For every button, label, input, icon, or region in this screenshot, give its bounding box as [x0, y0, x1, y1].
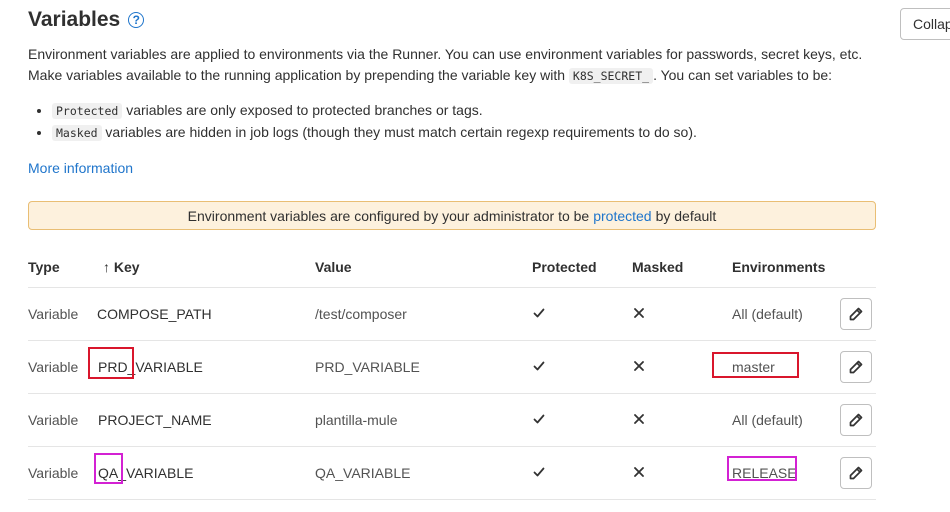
row-actions: [840, 287, 876, 341]
check-icon: [533, 361, 545, 370]
description-line-2-pre: Make variables available to the running …: [28, 67, 565, 83]
header-value: Value: [315, 247, 532, 288]
edit-variable-button[interactable]: [840, 404, 872, 436]
header-masked: Masked: [632, 247, 732, 288]
table-row: Variable PROJECT_NAME plantilla-mule All…: [28, 393, 876, 447]
row-environment: All (default): [732, 393, 840, 447]
pencil-icon: [849, 360, 863, 374]
row-type: Variable: [28, 446, 98, 500]
header-key-label: ↑ Key: [103, 259, 140, 275]
row-environment: RELEASE: [732, 465, 797, 481]
edit-variable-button[interactable]: [840, 351, 872, 383]
row-key: PROJECT_NAME: [98, 412, 212, 428]
description: Environment variables are applied to env…: [28, 44, 908, 87]
pencil-icon: [849, 307, 863, 321]
check-icon: [533, 414, 545, 423]
row-actions: [840, 446, 876, 500]
row-key: PRD_VARIABLE: [98, 359, 203, 375]
header-protected: Protected: [532, 247, 632, 288]
row-value: /test/composer: [315, 287, 532, 341]
variables-table: Type ↑ Key Value Protected Masked Enviro…: [28, 247, 876, 500]
row-environment: master: [732, 359, 775, 375]
row-value: PRD_VARIABLE: [315, 340, 532, 394]
variable-options-list: Protected variables are only exposed to …: [28, 100, 697, 144]
masked-code: Masked: [52, 125, 102, 141]
row-key-cell: QA_VARIABLE: [94, 446, 315, 500]
protected-code: Protected: [52, 103, 123, 119]
row-masked: [632, 287, 732, 341]
page-title-text: Variables: [28, 8, 121, 31]
row-key-wrap: QA_VARIABLE: [94, 453, 194, 484]
table-row: Variable PRD_VARIABLE PRD_VARIABLE maste…: [28, 340, 876, 394]
list-item-masked: Masked variables are hidden in job logs …: [52, 122, 697, 144]
row-protected: [532, 446, 632, 500]
row-environment-cell: master: [712, 340, 840, 394]
close-icon: [634, 466, 644, 477]
row-protected: [532, 287, 632, 341]
description-line-1: Environment variables are applied to env…: [28, 46, 863, 62]
masked-text: variables are hidden in job logs (though…: [101, 124, 697, 140]
row-environment-wrap: RELEASE: [727, 456, 797, 481]
row-key: QA_VARIABLE: [98, 465, 194, 481]
row-type: Variable: [28, 340, 98, 394]
row-masked: [632, 393, 732, 447]
row-environment: All (default): [732, 287, 840, 341]
row-key-wrap: PRD_VARIABLE: [88, 347, 203, 379]
close-icon: [634, 360, 644, 371]
admin-protected-alert: Environment variables are configured by …: [28, 201, 876, 230]
row-masked: [632, 340, 732, 394]
row-protected: [532, 340, 632, 394]
row-protected: [532, 393, 632, 447]
list-item-protected: Protected variables are only exposed to …: [52, 100, 697, 122]
pencil-icon: [849, 466, 863, 480]
alert-protected-link[interactable]: protected: [593, 208, 651, 224]
pencil-icon: [849, 413, 863, 427]
row-type: Variable: [28, 287, 98, 341]
header-key-sort[interactable]: ↑ Key: [98, 247, 315, 288]
row-masked: [632, 446, 732, 500]
table-row: Variable QA_VARIABLE QA_VARIABLE RELEASE: [28, 446, 876, 500]
header-type: Type: [28, 247, 98, 288]
more-information-link[interactable]: More information: [28, 160, 133, 176]
row-actions: [840, 393, 876, 447]
collapse-button[interactable]: Collapse: [900, 8, 950, 40]
protected-text: variables are only exposed to protected …: [122, 102, 483, 118]
header-environments: Environments: [732, 247, 840, 288]
close-icon: [634, 413, 644, 424]
row-key-cell: COMPOSE_PATH: [97, 287, 315, 341]
row-key-cell: PROJECT_NAME: [98, 393, 315, 447]
alert-text-pre: Environment variables are configured by …: [187, 207, 590, 224]
question-circle-icon[interactable]: ?: [128, 12, 145, 28]
row-environment-wrap: master: [712, 352, 799, 378]
header-actions: [840, 247, 876, 288]
edit-variable-button[interactable]: [840, 298, 872, 330]
row-value: plantilla-mule: [315, 393, 532, 447]
check-icon: [533, 308, 545, 317]
check-icon: [533, 467, 545, 476]
row-key-cell: PRD_VARIABLE: [88, 340, 315, 394]
k8s-secret-code: K8S_SECRET_: [568, 68, 654, 84]
alert-text-post: by default: [655, 207, 717, 224]
close-icon: [634, 307, 644, 318]
row-value: QA_VARIABLE: [315, 446, 532, 500]
table-header-row: Type ↑ Key Value Protected Masked Enviro…: [28, 247, 876, 288]
row-environment-cell: RELEASE: [727, 446, 840, 500]
row-key: COMPOSE_PATH: [97, 306, 212, 322]
table-row: Variable COMPOSE_PATH /test/composer All…: [28, 287, 876, 341]
row-actions: [840, 340, 876, 394]
row-type: Variable: [28, 393, 98, 447]
edit-variable-button[interactable]: [840, 457, 872, 489]
description-line-2-post: . You can set variables to be:: [653, 67, 833, 83]
page-title: Variables ?: [28, 8, 145, 32]
